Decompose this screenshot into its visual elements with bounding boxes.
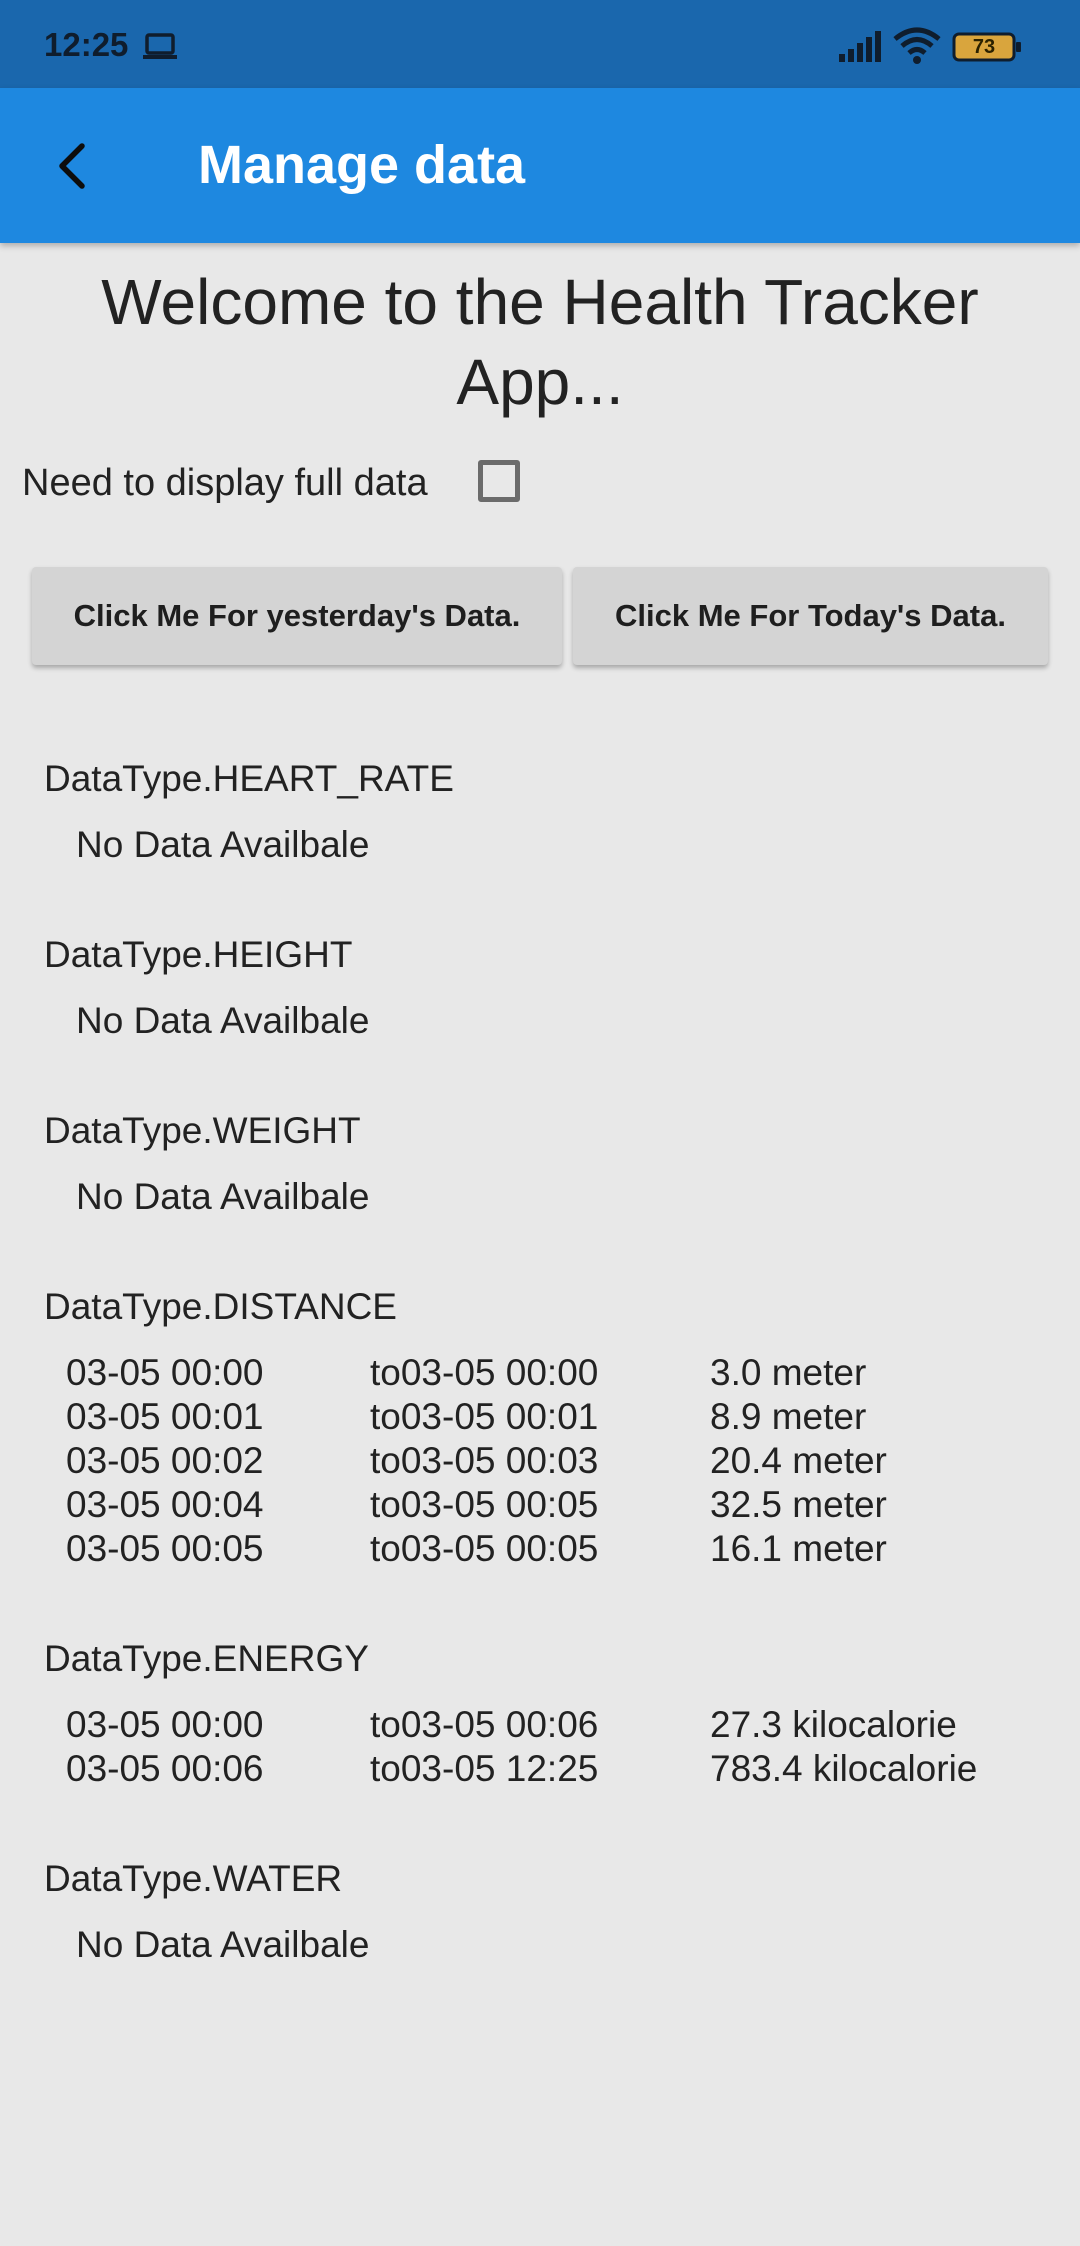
row-value: 783.4 kilocalorie	[710, 1748, 978, 1789]
arrow-back-icon	[59, 143, 85, 189]
row-to: to03-05 00:01	[370, 1396, 599, 1437]
row-to: to03-05 00:05	[370, 1484, 599, 1525]
today-data-button[interactable]: Click Me For Today's Data.	[573, 567, 1048, 665]
row-value: 16.1 meter	[710, 1528, 887, 1569]
wifi-icon	[893, 27, 941, 64]
row-to: to03-05 00:03	[370, 1440, 599, 1481]
app-bar: Manage data	[0, 88, 1080, 243]
back-button[interactable]	[30, 124, 114, 208]
table-row: 03-05 00:06 to03-05 12:25 783.4 kilocalo…	[0, 1748, 1080, 1792]
page-title: Manage data	[198, 135, 526, 195]
row-from: 03-05 00:02	[66, 1440, 264, 1481]
row-to: to03-05 00:06	[370, 1704, 599, 1745]
section-title-distance: DataType.DISTANCE	[44, 1286, 397, 1327]
status-time: 12:25	[44, 26, 129, 63]
section-title-heart-rate: DataType.HEART_RATE	[44, 758, 454, 799]
row-to: to03-05 12:25	[370, 1748, 599, 1789]
table-row: 03-05 00:02 to03-05 00:03 20.4 meter	[0, 1440, 1080, 1484]
row-from: 03-05 00:01	[66, 1396, 264, 1437]
row-from: 03-05 00:05	[66, 1528, 264, 1569]
section-title-energy: DataType.ENERGY	[44, 1638, 369, 1679]
yesterday-data-button[interactable]: Click Me For yesterday's Data.	[32, 567, 562, 665]
laptop-icon	[143, 33, 177, 59]
welcome-heading: Welcome to the Health Tracker App...	[101, 266, 979, 418]
section-title-water: DataType.WATER	[44, 1858, 343, 1899]
battery-level: 73	[972, 36, 996, 58]
table-row: 03-05 00:00 to03-05 00:06 27.3 kilocalor…	[0, 1704, 1080, 1748]
table-row: 03-05 00:01 to03-05 00:01 8.9 meter	[0, 1396, 1080, 1440]
row-value: 32.5 meter	[710, 1484, 887, 1525]
row-value: 3.0 meter	[710, 1352, 867, 1393]
table-row: 03-05 00:04 to03-05 00:05 32.5 meter	[0, 1484, 1080, 1528]
row-from: 03-05 00:04	[66, 1484, 264, 1525]
row-from: 03-05 00:06	[66, 1748, 264, 1789]
row-from: 03-05 00:00	[66, 1704, 264, 1745]
section-title-weight: DataType.WEIGHT	[44, 1110, 361, 1151]
row-value: 20.4 meter	[710, 1440, 887, 1481]
status-bar: 12:25 73	[0, 0, 1080, 88]
table-row: 03-05 00:05 to03-05 00:05 16.1 meter	[0, 1528, 1080, 1572]
no-data-height: No Data Availbale	[76, 1000, 370, 1041]
no-data-water: No Data Availbale	[76, 1924, 370, 1965]
full-data-checkbox[interactable]	[478, 460, 520, 502]
row-from: 03-05 00:00	[66, 1352, 264, 1393]
row-value: 8.9 meter	[710, 1396, 867, 1437]
row-to: to03-05 00:05	[370, 1528, 599, 1569]
row-to: to03-05 00:00	[370, 1352, 599, 1393]
section-title-height: DataType.HEIGHT	[44, 934, 353, 975]
signal-icon	[839, 31, 881, 62]
table-row: 03-05 00:00 to03-05 00:00 3.0 meter	[0, 1352, 1080, 1396]
no-data-weight: No Data Availbale	[76, 1176, 370, 1217]
no-data-heart-rate: No Data Availbale	[76, 824, 370, 865]
row-value: 27.3 kilocalorie	[710, 1704, 957, 1745]
full-data-label: Need to display full data	[22, 462, 428, 504]
